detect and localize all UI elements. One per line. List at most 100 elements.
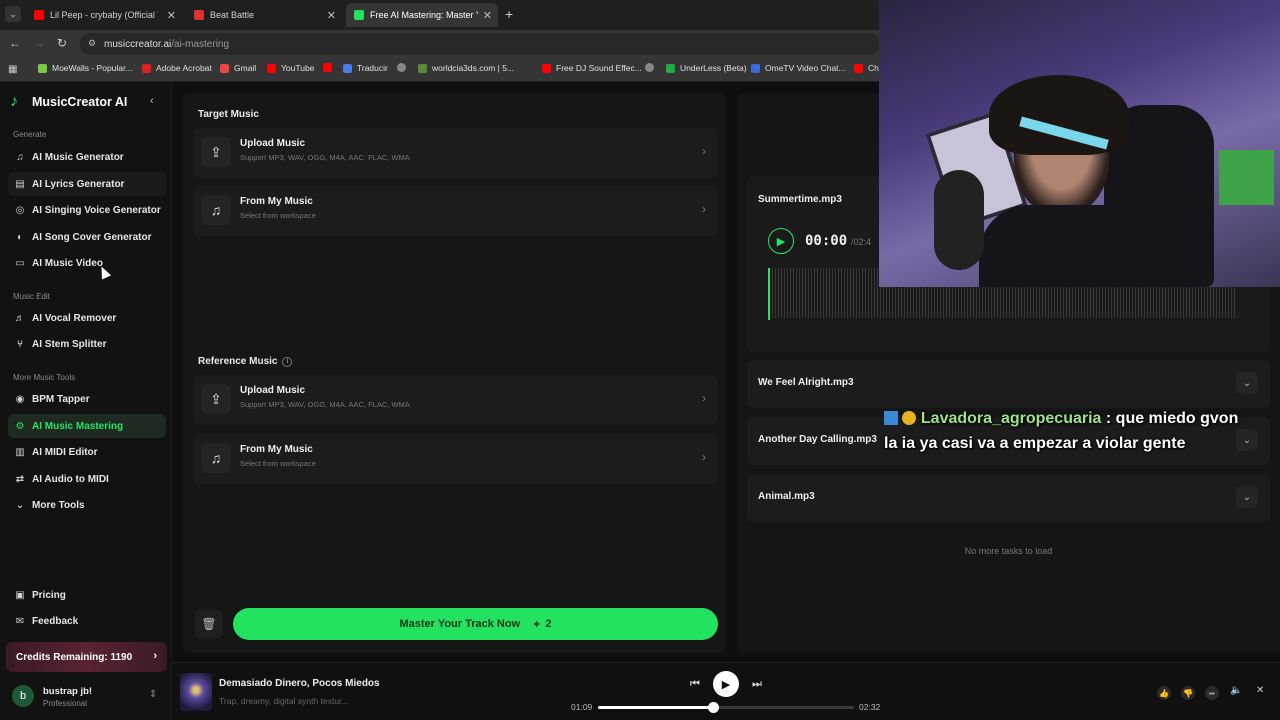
- close-player-icon[interactable]: ✕: [1256, 685, 1264, 696]
- volume-icon[interactable]: 🔈: [1230, 685, 1242, 696]
- sidebar-item-ai-stem-splitter[interactable]: ⑂ AI Stem Splitter: [8, 332, 166, 356]
- target-from-my-music-card[interactable]: ♫ From My Music Select from workspace ›: [193, 186, 718, 236]
- sidebar-item-label: AI MIDI Editor: [32, 446, 98, 458]
- target-upload-card[interactable]: ⇪ Upload Music Support MP3, WAV, OGG, M4…: [193, 128, 718, 178]
- brand-logo-icon: ♪: [10, 93, 18, 110]
- track-subtitle: Trap, dreamy, digital synth textur...: [219, 696, 349, 706]
- forward-icon[interactable]: →: [33, 36, 45, 50]
- section-heading-music-edit: Music Edit: [13, 292, 50, 301]
- badge-icon: [902, 411, 917, 425]
- sidebar-item-ai-audio-to-midi[interactable]: ⇄ AI Audio to MIDI: [8, 467, 166, 491]
- bookmark[interactable]: UnderLess (Beta): [666, 63, 747, 73]
- reference-from-my-music-card[interactable]: ♫ From My Music Select from workspace ›: [193, 434, 718, 484]
- playhead[interactable]: [768, 268, 770, 320]
- chat-line-1: Lavadora_agropecuaria : que miedo gvon: [884, 410, 1280, 428]
- chevron-down-icon[interactable]: ⌄: [1236, 372, 1258, 394]
- tab-search-icon[interactable]: ⌄: [5, 6, 21, 22]
- sidebar-item-label: AI Music Mastering: [32, 420, 124, 432]
- sidebar-item-ai-midi-editor[interactable]: ▥ AI MIDI Editor: [8, 440, 166, 464]
- tab-ai-mastering[interactable]: Free AI Mastering: Master Your ✕: [346, 3, 498, 27]
- sidebar-item-ai-singing-voice-generator[interactable]: ◎ AI Singing Voice Generator: [8, 198, 166, 222]
- bookmark[interactable]: [323, 63, 337, 72]
- sidebar-item-ai-vocal-remover[interactable]: ♬ AI Vocal Remover: [8, 306, 166, 330]
- chat-username: Lavadora_agropecuaria: [920, 410, 1102, 427]
- mastering-icon: ⚙: [15, 420, 25, 432]
- sidebar-item-pricing[interactable]: ▣ Pricing: [8, 583, 166, 607]
- reload-icon[interactable]: ↻: [57, 36, 67, 50]
- sidebar-item-ai-music-mastering[interactable]: ⚙ AI Music Mastering: [8, 414, 166, 438]
- bookmark[interactable]: OmeTV Video Chat...: [751, 63, 846, 73]
- task-item[interactable]: Animal.mp3 ⌄: [747, 474, 1270, 522]
- bookmark[interactable]: worldcia3ds.com | 5...: [418, 63, 514, 73]
- upload-cloud-icon: ⇪: [201, 384, 231, 414]
- info-icon[interactable]: i: [282, 356, 293, 367]
- bookmark[interactable]: Traducir: [343, 63, 388, 73]
- sidebar-item-feedback[interactable]: ✉ Feedback: [8, 609, 166, 633]
- sidebar-item-ai-music-video[interactable]: ▭ AI Music Video: [8, 251, 166, 275]
- time-current: 00:00: [805, 233, 848, 249]
- back-icon[interactable]: ←: [9, 36, 21, 50]
- close-tab-icon[interactable]: ✕: [327, 9, 336, 22]
- tap-icon: ◉: [15, 393, 25, 405]
- bookmark[interactable]: Gmail: [220, 63, 256, 73]
- apps-grid-icon[interactable]: ▦: [8, 64, 17, 75]
- bookmark-favicon-icon: [542, 63, 551, 73]
- share-icon[interactable]: ➦: [1205, 686, 1219, 700]
- sidebar-item-more-tools[interactable]: ⌄ More Tools: [8, 493, 166, 517]
- bookmark[interactable]: YouTube: [267, 63, 314, 73]
- trash-icon[interactable]: 🗑: [195, 610, 223, 638]
- play-pause-button[interactable]: ▶: [713, 671, 739, 697]
- sidebar-item-bpm-tapper[interactable]: ◉ BPM Tapper: [8, 387, 166, 411]
- reference-upload-card[interactable]: ⇪ Upload Music Support MP3, WAV, OGG, M4…: [193, 375, 718, 425]
- sidebar-item-label: AI Lyrics Generator: [32, 178, 125, 190]
- dislike-icon[interactable]: 👎: [1181, 686, 1195, 700]
- previous-icon[interactable]: ⏮: [690, 678, 700, 691]
- tab-beat-battle[interactable]: Beat Battle ✕: [186, 3, 342, 27]
- sidebar-item-ai-lyrics-generator[interactable]: ▤ AI Lyrics Generator: [8, 172, 166, 196]
- progress-track[interactable]: [598, 702, 854, 713]
- bookmark-favicon-icon: [142, 63, 151, 73]
- next-icon[interactable]: ⏭: [752, 678, 762, 691]
- task-item[interactable]: We Feel Alright.mp3 ⌄: [747, 360, 1270, 408]
- bookmark[interactable]: [397, 63, 411, 72]
- url-input[interactable]: ⚙ musiccreator.ai/ai-mastering: [80, 33, 880, 55]
- feedback-icon: ✉: [15, 615, 25, 627]
- cover-icon: ◐: [16, 231, 24, 243]
- youtube-favicon-icon: [34, 10, 44, 20]
- new-tab-icon[interactable]: +: [505, 6, 513, 22]
- sidebar-item-label: Feedback: [32, 615, 79, 627]
- music-note-icon: ♫: [201, 443, 231, 473]
- play-button[interactable]: ▶: [768, 228, 794, 254]
- bookmark[interactable]: Ch: [854, 63, 879, 73]
- collapse-sidebar-icon[interactable]: ‹: [150, 95, 154, 107]
- upload-title: Upload Music: [240, 138, 306, 149]
- tab-youtube[interactable]: Lil Peep - crybaby (Official Vide ✕: [26, 3, 182, 27]
- progress-knob[interactable]: [708, 702, 720, 713]
- credits-remaining-button[interactable]: Credits Remaining: 1190 ›: [6, 642, 167, 672]
- bookmark-favicon-icon: [267, 63, 276, 73]
- bookmark[interactable]: [645, 63, 659, 72]
- account-menu-icon[interactable]: ⇕: [149, 689, 157, 700]
- time-duration: /02:4: [851, 237, 872, 247]
- bookmark[interactable]: Adobe Acrobat: [142, 63, 212, 73]
- avatar[interactable]: b: [12, 685, 34, 707]
- bookmark-label: Free DJ Sound Effec...: [556, 63, 642, 73]
- site-info-icon[interactable]: ⚙: [88, 38, 96, 49]
- bookmark-favicon-icon: [323, 63, 332, 72]
- bookmark-label: OmeTV Video Chat...: [765, 63, 846, 73]
- chevron-down-icon[interactable]: ⌄: [1236, 486, 1258, 508]
- split-icon: ⑂: [17, 338, 23, 350]
- master-track-button[interactable]: Master Your Track Now ✦ 2: [233, 608, 718, 640]
- bookmark-favicon-icon: [854, 63, 863, 73]
- track-cover[interactable]: [180, 673, 212, 711]
- like-icon[interactable]: 👍: [1157, 686, 1171, 700]
- sidebar-item-ai-song-cover-generator[interactable]: ◐ AI Song Cover Generator: [8, 225, 166, 249]
- close-tab-icon[interactable]: ✕: [483, 9, 492, 22]
- reference-music-title: Reference Music i: [198, 356, 293, 367]
- sidebar-item-ai-music-generator[interactable]: ♫ AI Music Generator: [8, 145, 166, 169]
- audio-midi-icon: ⇄: [15, 473, 25, 485]
- master-label: Master Your Track Now: [399, 618, 521, 630]
- bookmark[interactable]: MoeWalls - Popular...: [38, 63, 132, 73]
- bookmark[interactable]: Free DJ Sound Effec...: [542, 63, 642, 73]
- close-tab-icon[interactable]: ✕: [167, 9, 176, 22]
